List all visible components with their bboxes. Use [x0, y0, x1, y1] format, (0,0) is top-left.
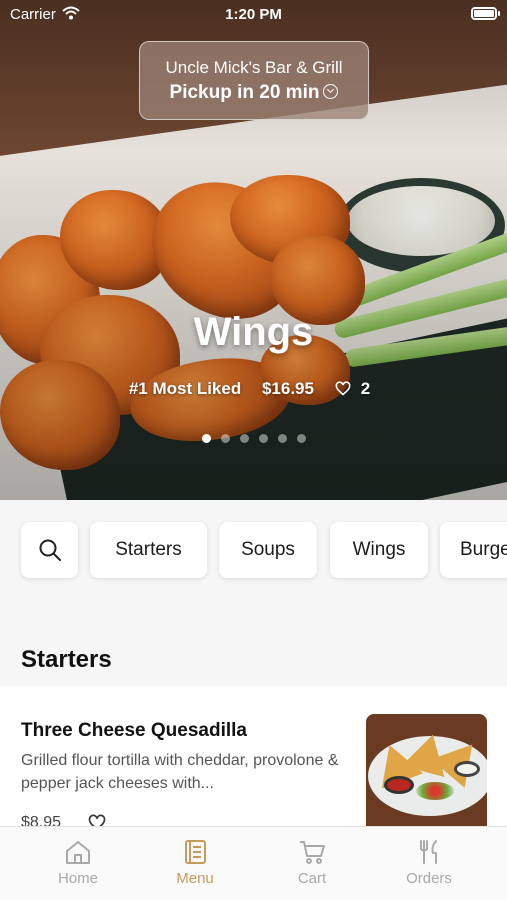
tab-cart[interactable]: Cart — [249, 827, 375, 900]
hero-meta: #1 Most Liked $16.95 2 — [0, 379, 507, 399]
tab-label: Home — [57, 870, 98, 887]
menu-item[interactable]: Three Cheese Quesadilla Grilled flour to… — [0, 686, 507, 828]
tab-label: Menu — [176, 870, 214, 887]
category-label: Soups — [241, 539, 295, 560]
carousel-dot[interactable] — [220, 434, 230, 443]
category-label: Wings — [352, 539, 406, 560]
tab-label: Cart — [297, 870, 327, 887]
carousel-dot[interactable] — [277, 434, 287, 443]
utensils-icon — [420, 840, 437, 864]
status-bar: Carrier 1:20 PM — [0, 0, 507, 30]
carousel-dots — [0, 430, 507, 448]
tab-home[interactable]: Home — [15, 827, 141, 900]
home-icon — [66, 841, 90, 864]
category-chip-starters[interactable]: Starters — [90, 522, 207, 578]
carousel-dot[interactable] — [258, 434, 268, 443]
category-chip-wings[interactable]: Wings — [330, 522, 428, 578]
tab-bar: Home Menu Cart Orders — [0, 826, 507, 900]
tab-label: Orders — [406, 870, 452, 887]
hero-likes[interactable]: 2 — [335, 379, 378, 398]
category-chip-soups[interactable]: Soups — [219, 522, 317, 578]
clock: 1:20 PM — [225, 6, 282, 23]
search-button[interactable] — [21, 522, 78, 578]
hero-price: $16.95 — [261, 379, 314, 398]
restaurant-name: Uncle Mick's Bar & Grill — [165, 58, 343, 77]
likes-count: 2 — [360, 379, 371, 398]
sour-cream-cup — [454, 761, 480, 777]
item-name: Three Cheese Quesadilla — [21, 720, 247, 741]
heart-icon — [335, 381, 351, 396]
hero-banner[interactable]: Carrier 1:20 PM Uncle Mick's Bar & Grill… — [0, 0, 507, 500]
tab-orders[interactable]: Orders — [366, 827, 492, 900]
hero-title: Wings — [193, 310, 314, 354]
salsa-cup — [384, 776, 414, 794]
category-bar: Starters Soups Wings Burgers — [0, 500, 507, 610]
category-label: Starters — [115, 539, 182, 560]
pickup-text: Pickup in 20 min — [169, 82, 320, 103]
chevron-down-icon — [323, 84, 339, 99]
most-liked-badge: #1 Most Liked — [128, 379, 242, 398]
category-chip-burgers[interactable]: Burgers — [440, 522, 507, 578]
category-label: Burgers — [460, 539, 507, 560]
section-title: Starters — [21, 646, 112, 673]
carousel-dot[interactable] — [201, 434, 211, 443]
item-description: Grilled flour tortilla with cheddar, pro… — [21, 752, 339, 792]
tab-menu[interactable]: Menu — [132, 827, 258, 900]
battery-icon — [471, 7, 500, 20]
pico-garnish — [416, 782, 454, 800]
search-icon — [39, 539, 61, 561]
carousel-dot[interactable] — [239, 434, 249, 443]
menu-book-icon — [185, 840, 206, 864]
carousel-dot[interactable] — [296, 434, 306, 443]
cart-icon — [300, 841, 325, 864]
item-photo — [366, 714, 487, 828]
pickup-selector[interactable]: Uncle Mick's Bar & Grill Pickup in 20 mi… — [139, 41, 369, 120]
pickup-time: Pickup in 20 min — [140, 82, 368, 104]
